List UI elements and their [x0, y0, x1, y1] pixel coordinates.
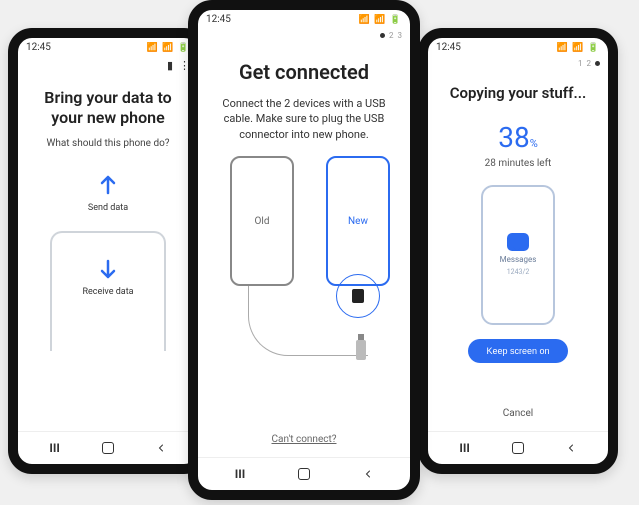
- step-label-1: 1: [578, 59, 583, 68]
- topbar: ▮ ⋮: [18, 57, 198, 74]
- nav-home-icon[interactable]: [296, 466, 312, 482]
- status-time: 12:45: [206, 14, 231, 25]
- page-subtitle: What should this phone do?: [46, 138, 169, 149]
- step-dot-1: [380, 33, 385, 38]
- status-icons: 📶 📶 🔋: [359, 15, 402, 25]
- page-title: Copying your stuff...: [450, 84, 587, 103]
- sim-icon: ▮: [167, 59, 173, 72]
- send-data-label: Send data: [88, 203, 128, 213]
- old-phone-label: Old: [255, 216, 270, 227]
- arrow-up-icon: [96, 173, 120, 197]
- nav-back-icon[interactable]: [153, 440, 169, 456]
- status-bar: 12:45 📶 📶 🔋: [18, 38, 198, 57]
- nav-recent-icon[interactable]: III: [457, 440, 473, 456]
- status-time: 12:45: [26, 42, 51, 53]
- phone-screen-1: 12:45 📶 📶 🔋 ▮ ⋮ Bring your data to your …: [8, 28, 208, 474]
- time-remaining: 28 minutes left: [485, 158, 552, 169]
- new-phone-label: New: [348, 216, 368, 227]
- step-indicator: 1 2: [428, 57, 608, 70]
- nav-recent-icon[interactable]: III: [232, 466, 248, 482]
- progress-percent: 38%: [498, 121, 538, 154]
- step-label-2: 2: [389, 31, 394, 40]
- progress-illustration: Messages 1243/2: [481, 185, 555, 325]
- send-data-button[interactable]: Send data: [88, 173, 128, 213]
- connection-illustration: Old New: [208, 156, 400, 366]
- step-label-3: 3: [398, 31, 403, 40]
- usb-icon: [356, 340, 366, 360]
- step-indicator: 2 3: [198, 29, 410, 42]
- nav-back-icon[interactable]: [563, 440, 579, 456]
- nav-back-icon[interactable]: [360, 466, 376, 482]
- phone-screen-2: 12:45 📶 📶 🔋 2 3 Get connected Connect th…: [188, 0, 420, 500]
- messages-icon: [507, 233, 529, 251]
- step-label-2: 2: [587, 59, 592, 68]
- nav-bar: III: [18, 431, 198, 464]
- connector-icon: [336, 274, 380, 318]
- status-icons: 📶 📶 🔋: [557, 43, 600, 53]
- nav-bar: III: [428, 431, 608, 464]
- page-title: Get connected: [239, 60, 369, 84]
- page-title: Bring your data to your new phone: [44, 88, 171, 128]
- page-body: Connect the 2 devices with a USB cable. …: [208, 96, 400, 142]
- receive-data-label: Receive data: [82, 287, 133, 297]
- cancel-link[interactable]: Cancel: [503, 408, 533, 419]
- nav-home-icon[interactable]: [100, 440, 116, 456]
- status-bar: 12:45 📶 📶 🔋: [428, 38, 608, 57]
- category-count: 1243/2: [507, 268, 530, 276]
- receive-data-button[interactable]: Receive data: [50, 231, 165, 351]
- status-icons: 📶 📶 🔋: [147, 43, 190, 53]
- phone-screen-3: 12:45 📶 📶 🔋 1 2 Copying your stuff... 38…: [418, 28, 618, 474]
- nav-recent-icon[interactable]: III: [47, 440, 63, 456]
- nav-home-icon[interactable]: [510, 440, 526, 456]
- new-phone-illustration: New: [326, 156, 390, 286]
- status-bar: 12:45 📶 📶 🔋: [198, 10, 410, 29]
- old-phone-illustration: Old: [230, 156, 294, 286]
- nav-bar: III: [198, 457, 410, 490]
- category-label: Messages: [500, 255, 537, 264]
- status-time: 12:45: [436, 42, 461, 53]
- arrow-down-icon: [96, 257, 120, 281]
- cant-connect-link[interactable]: Can't connect?: [272, 434, 337, 445]
- step-dot-3: [595, 61, 600, 66]
- keep-screen-on-button[interactable]: Keep screen on: [468, 339, 567, 363]
